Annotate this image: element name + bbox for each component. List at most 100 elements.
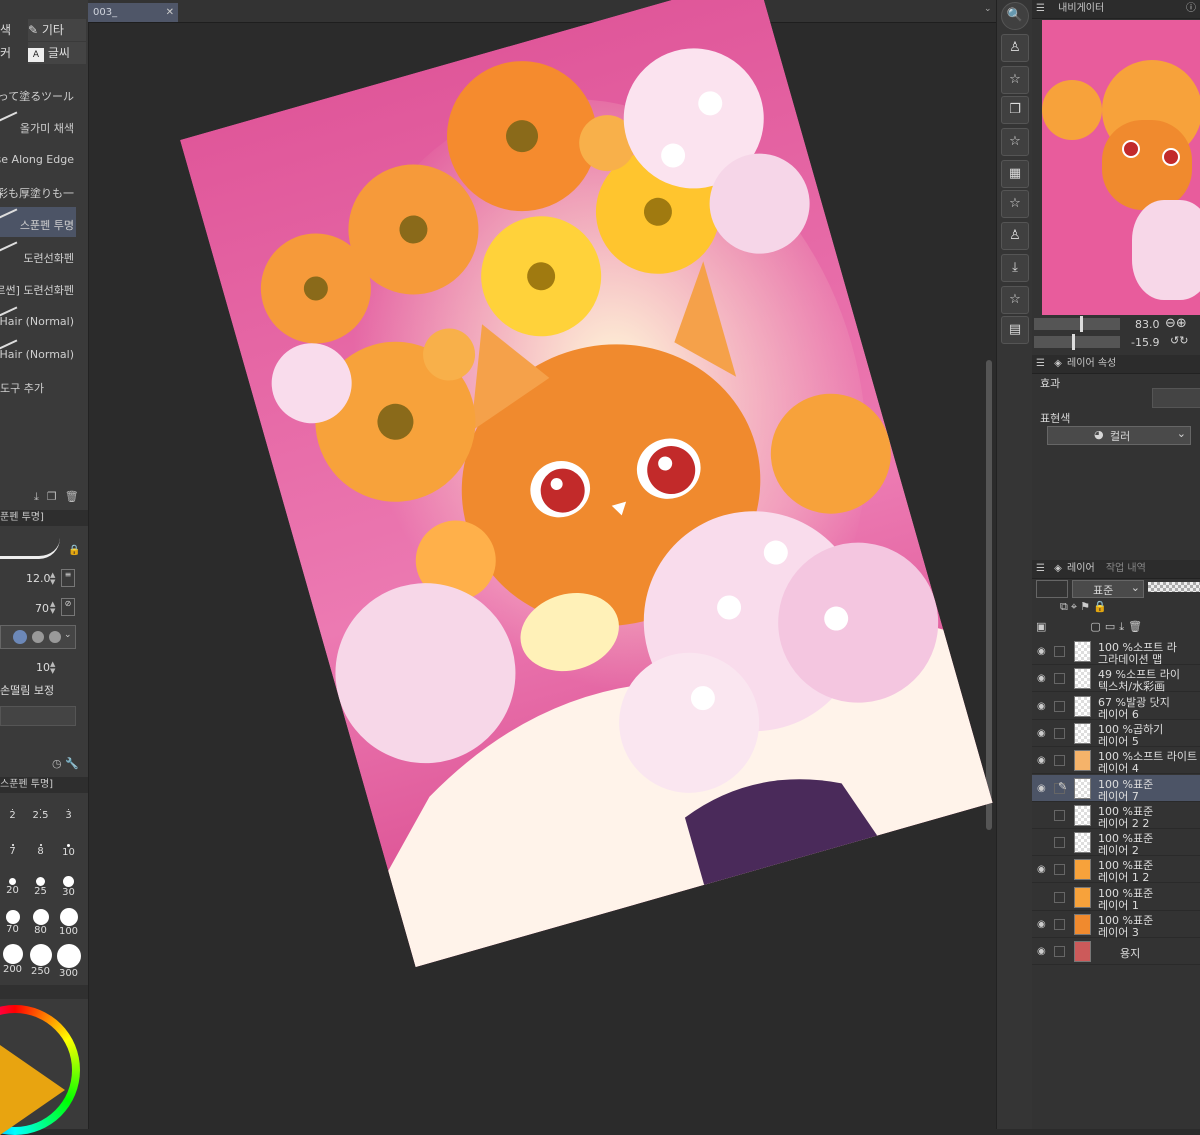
layer-lock-checkbox[interactable] (1054, 837, 1065, 849)
layer-row[interactable]: ◉ 100 %소프트 라 그라데이션 맵 (1032, 638, 1200, 666)
layer-row[interactable]: ◉ 49 %소프트 라이 텍스처/水彩画 (1032, 665, 1200, 693)
layer-lock-checkbox[interactable] (1054, 919, 1065, 930)
brush-size-spinner[interactable]: ▲ ▼ (50, 572, 58, 586)
brush-size-preset[interactable]: 8 (28, 836, 53, 857)
sub-tool-item[interactable]: 도련선화펜 (0, 240, 76, 270)
layer-row[interactable]: ◉ 100 %표준 레이어 1 2 (1032, 856, 1200, 884)
eye-icon[interactable]: ◉ (1037, 755, 1046, 766)
tool-tab-color[interactable]: 색 (0, 19, 26, 41)
brush-size-preset[interactable]: 7 (0, 836, 25, 857)
brush-tip-selector[interactable]: ⌄ (0, 625, 76, 649)
brush-size-preset[interactable]: 30 (56, 872, 81, 898)
layer-tab[interactable]: 레이어 (1067, 563, 1095, 574)
layer-row[interactable]: 100 %표준 레이어 2 (1032, 829, 1200, 857)
rotate-left-icon[interactable]: ↺ (1170, 334, 1179, 347)
layer-row[interactable]: ◉ 100 %소프트 라이트 레이어 4 (1032, 747, 1200, 775)
eye-icon[interactable]: ◉ (1037, 728, 1046, 739)
layer-row[interactable]: ◉ 67 %발광 닷지 레이어 6 (1032, 693, 1200, 721)
opacity-value[interactable]: 70 (35, 602, 49, 615)
layer-lock-checkbox[interactable] (1054, 891, 1065, 903)
table-icon[interactable]: ▤ (1001, 316, 1029, 344)
add-sub-tool[interactable]: 도구 추가 (0, 370, 76, 400)
eye-icon[interactable]: ◉ (1037, 701, 1046, 712)
eye-icon[interactable]: ◉ (1037, 864, 1046, 875)
eye-icon[interactable]: ◉ (1037, 783, 1046, 794)
document-tab[interactable]: 003_ ✕ (88, 3, 178, 22)
layer-lock-checkbox[interactable] (1054, 727, 1065, 739)
blend-mode-select[interactable]: 표준 ⌄ (1072, 580, 1144, 598)
layer-row[interactable]: ◉ 100 %곱하기 레이어 5 (1032, 720, 1200, 748)
layer-row[interactable]: ◉ 용지 (1032, 938, 1200, 966)
history-tab[interactable]: 작업 내역 (1106, 563, 1146, 574)
brush-size-preset[interactable]: 80 (28, 908, 53, 936)
sub-tool-item[interactable]: 彩も厚塗りも一 (0, 175, 76, 205)
tab-scroll-down-icon[interactable]: ⌄ (984, 4, 992, 14)
rotation-slider[interactable] (1034, 334, 1120, 350)
tool-tab-other[interactable]: ✎ 기타 (28, 19, 86, 41)
layer-row-selected[interactable]: ◉ ✎ 100 %표준 레이어 7 (1032, 774, 1200, 803)
layer-lock-checkbox[interactable] (1054, 646, 1065, 657)
layer-lock-checkbox[interactable] (1054, 700, 1065, 712)
layer-color-select[interactable] (1036, 580, 1068, 598)
trash-icon[interactable]: 🗑 (65, 490, 87, 503)
sub-tool-item[interactable]: 르썬] 도련선화펜 (0, 272, 76, 302)
brush-size-preset[interactable]: 100 (56, 908, 81, 937)
copy-icon[interactable]: ❐ (47, 490, 65, 503)
grid-icon[interactable]: ▦ (1001, 160, 1029, 188)
sub-tool-item[interactable]: って塗るツール (0, 78, 76, 108)
brush-size-preset[interactable]: 3 (56, 800, 81, 821)
layer-lock-checkbox[interactable] (1054, 946, 1065, 958)
tool-tab-text[interactable]: A 글씨 (28, 42, 86, 64)
sub-tool-item[interactable]: 올가미 채색 (0, 110, 76, 140)
star-icon[interactable]: ☆ (1001, 66, 1029, 94)
menu-icon[interactable]: ☰ (1036, 563, 1045, 574)
navigator-preview[interactable] (1042, 20, 1200, 315)
layer-row[interactable]: ◉ 100 %표준 레이어 3 (1032, 911, 1200, 939)
sub-tool-item[interactable]: ase Along Edge (0, 143, 76, 173)
zoom-icon[interactable]: 🔍 (1001, 2, 1029, 30)
brush-size-preset[interactable]: 70 (0, 908, 25, 935)
tool-tab-marker[interactable]: 커 (0, 42, 26, 64)
lock-icon[interactable]: 🔒 (68, 545, 80, 556)
sub-tool-item[interactable]: s Hair (Normal) (0, 338, 76, 368)
zoom-out-icon[interactable]: ⊖ (1165, 316, 1176, 331)
expression-color-select[interactable]: ◕ 컬러 ⌄ (1047, 426, 1191, 445)
download-icon[interactable]: ⤓ (1001, 254, 1029, 282)
save-icon[interactable]: ⤓ (34, 490, 47, 503)
color-wheel[interactable] (0, 1005, 80, 1135)
layer-row[interactable]: 100 %표준 레이어 1 (1032, 884, 1200, 912)
layer-lock-checkbox[interactable] (1054, 864, 1065, 876)
menu-icon[interactable]: ☰ (1036, 3, 1045, 14)
layer-lock-checkbox[interactable] (1054, 673, 1065, 685)
brush-size-preset[interactable]: 250 (28, 944, 53, 977)
eye-icon[interactable]: ◉ (1037, 673, 1046, 684)
draft-icon[interactable]: ⚑ (1080, 600, 1093, 613)
layer-lock-checkbox[interactable] (1054, 755, 1065, 767)
person-icon[interactable]: ♙ (1001, 34, 1029, 62)
zoom-in-icon[interactable]: ⊕ (1176, 316, 1187, 331)
navigator-title[interactable]: 내비게이터 (1058, 3, 1104, 14)
clip-icon[interactable]: ⧉ (1060, 600, 1071, 613)
new-folder-icon[interactable]: ▭ (1105, 620, 1119, 633)
brush-size-preset[interactable]: 300 (56, 944, 81, 979)
reset-icon[interactable]: ◷ (52, 757, 62, 770)
brush-size-preset[interactable]: 10 (56, 836, 81, 858)
stabilization-slider[interactable] (0, 706, 76, 726)
layer-row[interactable]: 100 %표준 레이어 2 2 (1032, 802, 1200, 830)
lock-icon[interactable]: 🔒 (1093, 600, 1110, 613)
sub-tool-item-selected[interactable]: 스푼펜 투명 (0, 207, 76, 237)
opacity-slider[interactable] (1148, 582, 1200, 592)
opacity-toggle[interactable]: ⊘ (61, 598, 75, 616)
brush-size-value[interactable]: 12.0 (26, 572, 51, 585)
brush-size-preset[interactable]: 200 (0, 944, 25, 975)
layer-lock-checkbox[interactable] (1054, 809, 1065, 821)
stabilization-value[interactable]: 10 (36, 661, 50, 674)
brush-size-preset[interactable]: 25 (28, 872, 53, 897)
wrench-icon[interactable]: 🔧 (65, 757, 79, 770)
eye-icon[interactable]: ◉ (1037, 946, 1046, 957)
merge-icon[interactable]: ⤓ (1119, 620, 1128, 633)
star-icon[interactable]: ☆ (1001, 128, 1029, 156)
zoom-slider[interactable] (1034, 316, 1120, 332)
layer-settings-icon[interactable]: ▣ (1036, 620, 1050, 633)
ref-icon[interactable]: ⌖ (1071, 600, 1080, 613)
